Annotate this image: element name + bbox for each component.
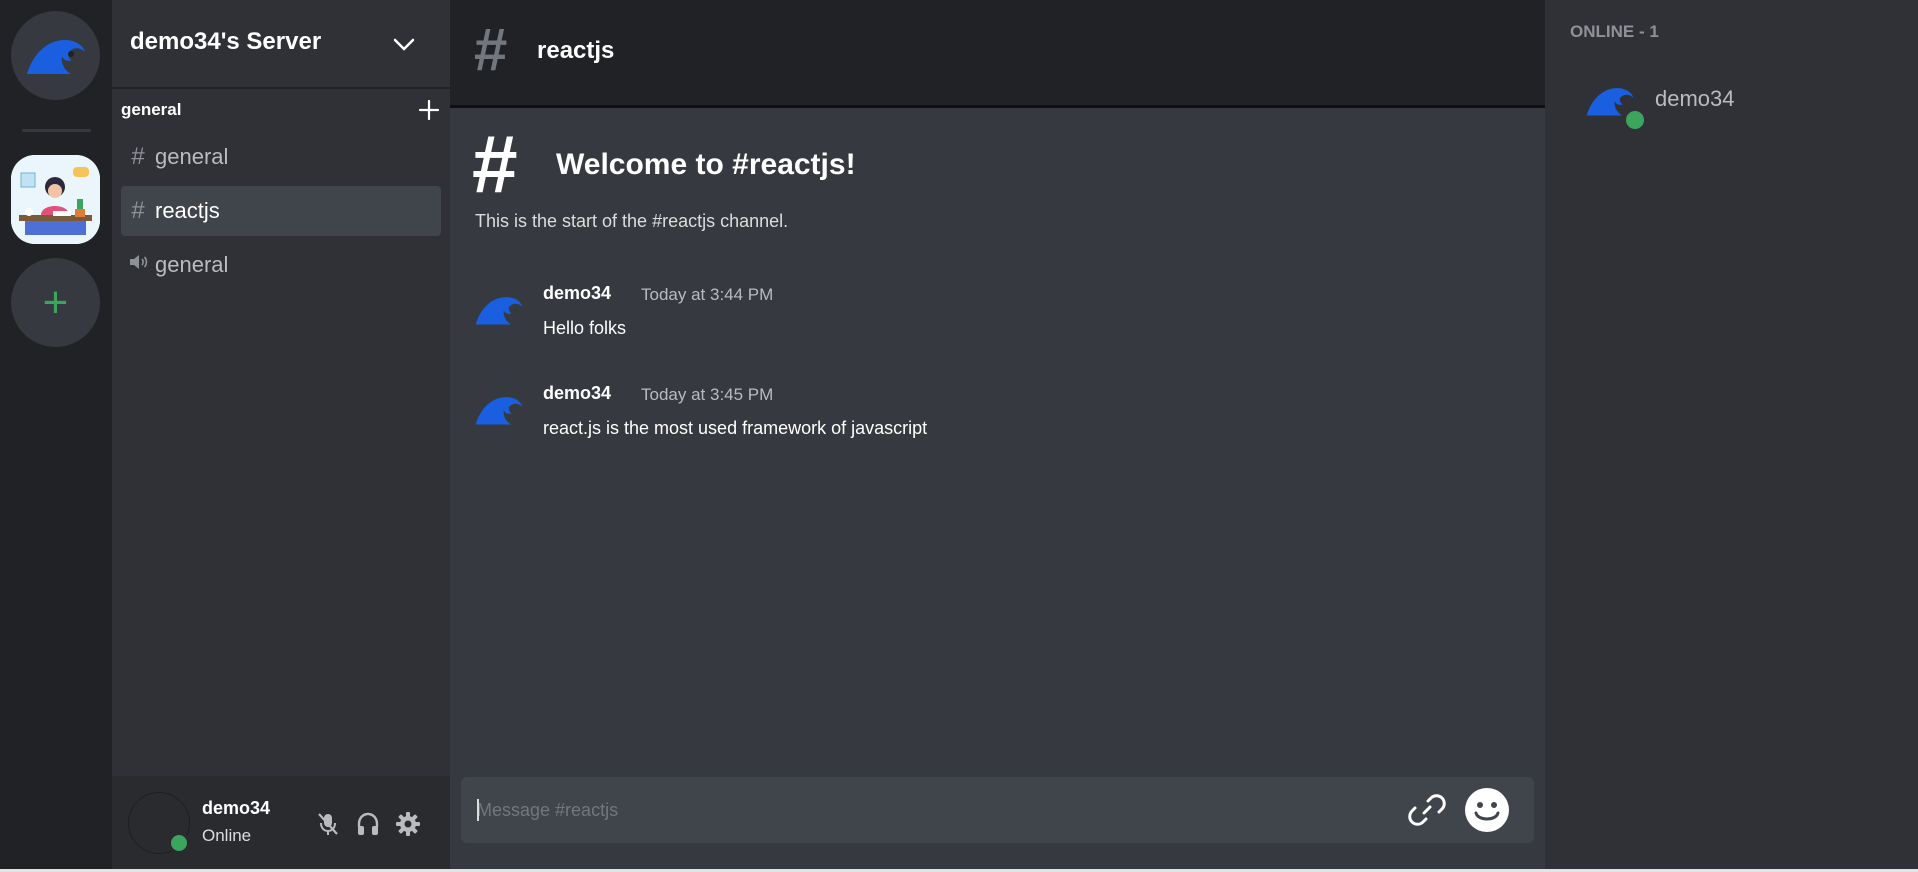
add-channel-plus-icon[interactable] bbox=[417, 98, 441, 122]
server-icon-button[interactable] bbox=[11, 155, 100, 244]
message-timestamp: Today at 3:44 PM bbox=[641, 285, 774, 304]
text-caret bbox=[477, 799, 479, 821]
user-name: demo34 bbox=[202, 798, 271, 818]
category-label: general bbox=[121, 100, 182, 119]
hash-icon: # bbox=[474, 16, 508, 83]
chevron-down-icon[interactable] bbox=[390, 30, 418, 58]
home-button[interactable] bbox=[11, 11, 100, 100]
plus-icon: + bbox=[42, 277, 69, 327]
headphones-icon[interactable] bbox=[354, 810, 382, 838]
online-status-dot bbox=[168, 832, 190, 854]
message-text: Hello folks bbox=[543, 318, 627, 338]
online-status-dot bbox=[1623, 108, 1647, 132]
channel-name: reactjs bbox=[155, 198, 220, 223]
channel-item-voice-general[interactable]: general bbox=[121, 240, 441, 290]
user-panel: demo34 Online bbox=[112, 776, 450, 872]
server-header[interactable]: demo34's Server bbox=[112, 0, 450, 89]
server-rail: + bbox=[0, 0, 112, 872]
channel-name: general bbox=[155, 144, 229, 169]
welcome-title: Welcome to #reactjs! bbox=[556, 148, 856, 181]
channel-category: general bbox=[121, 98, 441, 122]
channel-item-reactjs[interactable]: # reactjs bbox=[121, 186, 441, 236]
server-name: demo34's Server bbox=[130, 28, 322, 55]
members-heading: ONLINE - 1 bbox=[1570, 22, 1659, 41]
welcome-hash-icon: # bbox=[472, 119, 518, 210]
message-composer bbox=[461, 777, 1534, 843]
app-window: + demo34's Server general # general # re… bbox=[0, 0, 1918, 872]
link-icon[interactable] bbox=[1407, 790, 1447, 830]
server-illustration-icon bbox=[11, 155, 100, 244]
wave-logo-icon bbox=[26, 39, 85, 74]
message-author[interactable]: demo34 bbox=[543, 383, 611, 404]
wave-avatar-icon[interactable] bbox=[474, 390, 524, 430]
hash-icon: # bbox=[131, 197, 145, 224]
member-list: ONLINE - 1 demo34 bbox=[1545, 0, 1918, 872]
speaker-icon bbox=[121, 251, 155, 280]
channel-header: # reactjs bbox=[450, 0, 1545, 108]
wave-avatar-icon[interactable] bbox=[474, 290, 524, 330]
message-timestamp: Today at 3:45 PM bbox=[641, 385, 774, 404]
emoji-icon[interactable] bbox=[1464, 787, 1510, 833]
mute-mic-icon[interactable] bbox=[314, 810, 342, 838]
message-item: demo34 Today at 3:44 PM Hello folks bbox=[474, 283, 1514, 353]
rail-separator bbox=[22, 129, 91, 132]
hash-icon: # bbox=[131, 143, 145, 170]
member-item[interactable]: demo34 bbox=[1585, 78, 1885, 132]
welcome-subtitle: This is the start of the #reactjs channe… bbox=[475, 211, 789, 231]
add-server-button[interactable]: + bbox=[11, 258, 100, 347]
message-text: react.js is the most used framework of j… bbox=[543, 418, 928, 438]
message-item: demo34 Today at 3:45 PM react.js is the … bbox=[474, 383, 1514, 453]
member-name: demo34 bbox=[1655, 86, 1735, 111]
message-author[interactable]: demo34 bbox=[543, 283, 611, 304]
channel-sidebar: demo34's Server general # general # reac… bbox=[112, 0, 450, 872]
gear-icon[interactable] bbox=[394, 810, 422, 838]
channel-title: reactjs bbox=[537, 37, 615, 64]
message-input[interactable] bbox=[477, 792, 1377, 828]
chat-main: # reactjs # Welcome to #reactjs! This is… bbox=[450, 0, 1545, 872]
user-status: Online bbox=[202, 826, 252, 845]
channel-name: general bbox=[155, 252, 229, 277]
channel-item-general[interactable]: # general bbox=[121, 132, 441, 182]
